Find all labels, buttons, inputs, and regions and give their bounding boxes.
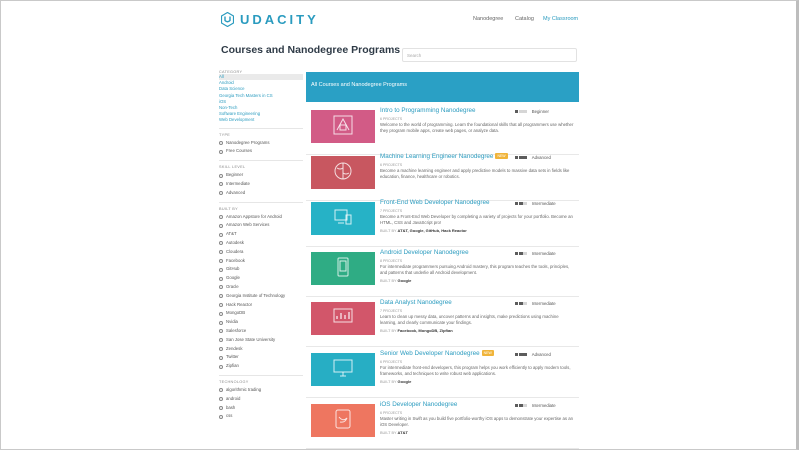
window-frame [0, 0, 799, 450]
